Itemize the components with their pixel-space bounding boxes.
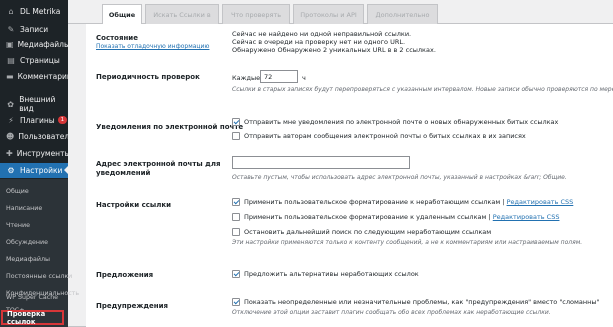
submenu-item-writing[interactable]: Написание — [6, 205, 42, 212]
plugins-icon: ⚡ — [8, 115, 14, 125]
email-address-description: Оставьте пустым, чтобы использовать адре… — [232, 174, 567, 181]
current-menu-arrow — [64, 166, 68, 174]
users-icon: ☻ — [6, 131, 15, 141]
notify-authors-text: Отправить авторам сообщения электронной … — [244, 132, 526, 140]
site-name-link[interactable]: ⌂ DL Metrika — [0, 4, 68, 18]
submenu-item-wp-super-cache[interactable]: WP Super Cache — [6, 294, 58, 301]
submenu-item-general[interactable]: Общие — [6, 188, 29, 195]
settings-tabs: Общие Искать Ссылки в Что проверять Прот… — [68, 0, 613, 25]
frequency-label: Периодичность проверок — [96, 73, 200, 81]
sidebar-item-appearance[interactable]: ✿ Внешний вид — [0, 95, 68, 113]
sidebar-item-plugins[interactable]: ⚡ Плагины 1 — [0, 113, 68, 127]
format-removed-links-row: Применить пользовательское форматировани… — [244, 213, 560, 221]
tab-what-to-check[interactable]: Что проверять — [222, 4, 290, 24]
submenu-item-permalinks[interactable]: Постоянные ссылки — [6, 273, 72, 280]
sidebar-item-label: Пользователи — [18, 131, 75, 141]
pages-icon: ▤ — [7, 55, 15, 65]
home-icon: ⌂ — [8, 6, 14, 16]
submenu-item-media[interactable]: Медиафайлы — [6, 256, 50, 263]
sidebar-item-label: Внешний вид — [19, 95, 56, 113]
format-removed-links-checkbox[interactable] — [232, 213, 240, 221]
debug-info-link: Показать отладочную информацию — [96, 43, 210, 50]
sidebar-item-label: Плагины — [20, 115, 55, 125]
frequency-description: Ссылки в старых записях будут перепровер… — [232, 86, 613, 93]
sidebar-item-comments[interactable]: ▬ Комментарии — [0, 69, 72, 83]
link-settings-label: Настройки ссылки — [96, 201, 172, 209]
frequency-unit: ч — [302, 74, 306, 82]
site-name: DL Metrika — [20, 6, 61, 16]
sidebar-item-label: Настройки — [20, 166, 63, 175]
show-warnings-checkbox[interactable] — [232, 298, 240, 306]
format-broken-links-checkbox[interactable] — [232, 198, 240, 206]
link-settings-description: Эти настройки применяются только к конте… — [232, 239, 583, 246]
nofollow-broken-links-text: Остановить дальнейший поиск по следующим… — [244, 228, 492, 236]
edit-css-removed-link[interactable]: Редактировать CSS — [493, 213, 560, 221]
edit-css-broken-link[interactable]: Редактировать CSS — [507, 198, 574, 206]
suggestions-label: Предложения — [96, 271, 154, 279]
sidebar-item-label: Страницы — [20, 55, 60, 65]
format-broken-links-text: Применить пользовательское форматировани… — [244, 198, 501, 206]
appearance-icon: ✿ — [7, 99, 14, 109]
sidebar-item-users[interactable]: ☻ Пользователи — [0, 129, 74, 143]
tab-advanced[interactable]: Дополнительно — [367, 4, 438, 24]
pin-icon: ✎ — [7, 24, 15, 34]
sidebar-item-pages[interactable]: ▤ Страницы — [0, 53, 68, 67]
sidebar-item-settings[interactable]: ⚙ Настройки — [0, 163, 68, 178]
format-removed-links-text: Применить пользовательское форматировани… — [244, 213, 487, 221]
sidebar-item-posts[interactable]: ✎ Записи — [0, 22, 68, 36]
settings-form: Состояние Показать отладочную информацию… — [86, 24, 613, 327]
update-count-badge: 1 — [57, 116, 68, 124]
notify-authors-checkbox[interactable] — [232, 132, 240, 140]
settings-submenu: Общие Написание Чтение Обсуждение Медиаф… — [0, 179, 79, 327]
format-broken-links-row: Применить пользовательское форматировани… — [244, 198, 574, 206]
frequency-prefix: Каждые — [232, 74, 261, 82]
comments-icon: ▬ — [6, 71, 14, 81]
tools-icon: ✚ — [6, 148, 13, 158]
admin-sidebar: ⌂ DL Metrika ✎ Записи ▣ Медиафайлы ▤ Стр… — [0, 0, 79, 327]
submenu-item-link-checker[interactable]: Проверка ссылок — [1, 310, 64, 326]
email-address-input[interactable] — [232, 156, 410, 169]
sidebar-item-label: Комментарии — [17, 71, 72, 81]
tab-protocols-api[interactable]: Протоколы и API — [293, 4, 364, 24]
status-line-3: Обнаружено Обнаружено 2 уникальных URL в… — [232, 46, 436, 54]
suggest-alternatives-text: Предложить альтернативы неработающих ссы… — [244, 270, 419, 278]
tab-search-links-in[interactable]: Искать Ссылки в — [145, 4, 219, 24]
sidebar-item-label: Записи — [20, 24, 49, 34]
sidebar-item-tools[interactable]: ✚ Инструменты — [0, 146, 71, 160]
warnings-description: Отключение этой опции заставит плагин со… — [232, 309, 551, 316]
media-icon: ▣ — [6, 39, 14, 49]
tab-general[interactable]: Общие — [102, 4, 142, 25]
status-line-1: Сейчас не найдено ни одной неправильной … — [232, 30, 412, 38]
sidebar-item-media[interactable]: ▣ Медиафайлы — [0, 37, 70, 51]
sidebar-item-label: Медиафайлы — [17, 39, 70, 49]
notify-me-checkbox[interactable] — [232, 118, 240, 126]
status-label: Состояние — [96, 34, 138, 42]
notify-me-text: Отправить мне уведомления по электронной… — [244, 118, 559, 126]
suggest-alternatives-checkbox[interactable] — [232, 270, 240, 278]
settings-icon: ⚙ — [7, 166, 15, 175]
status-line-2: Сейчас в очереди на проверку нет ни одно… — [232, 38, 406, 46]
frequency-input[interactable]: 72 — [260, 70, 298, 83]
email-notify-label: Уведомления по электронной почте — [96, 123, 244, 131]
sidebar-item-label: Инструменты — [16, 148, 71, 158]
email-address-label-2: уведомлений — [96, 169, 151, 177]
show-warnings-text: Показать неопределенные или незначительн… — [244, 298, 600, 306]
submenu-item-discussion[interactable]: Обсуждение — [6, 239, 48, 246]
warnings-label: Предупреждения — [96, 302, 169, 310]
submenu-item-reading[interactable]: Чтение — [6, 222, 30, 229]
email-address-label-1: Адрес электронной почты для — [96, 160, 221, 168]
nofollow-broken-links-checkbox[interactable] — [232, 228, 240, 236]
